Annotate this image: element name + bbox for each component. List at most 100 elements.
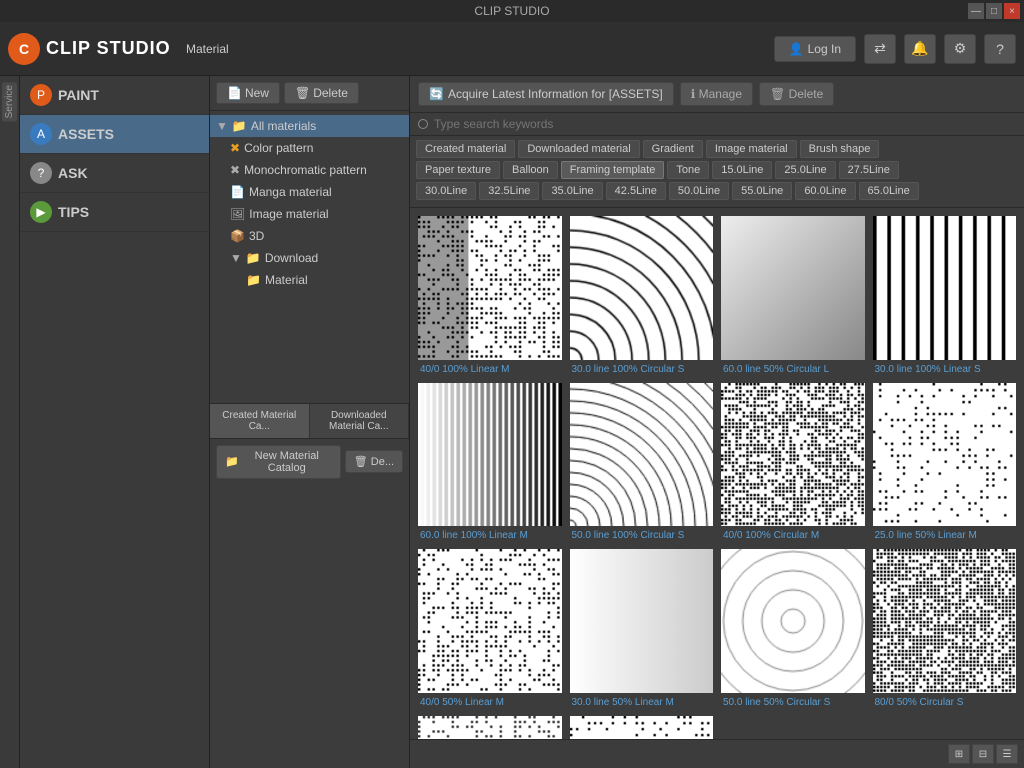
tree-label-3d: 3D (249, 229, 264, 243)
filter-image[interactable]: Image material (706, 140, 797, 158)
filter-gradient[interactable]: Gradient (643, 140, 703, 158)
maximize-button[interactable]: □ (986, 3, 1002, 19)
tree-item-image[interactable]: 🖼 Image material (210, 203, 409, 225)
tree-item-material[interactable]: 📁 Material (210, 269, 409, 291)
filter-l60[interactable]: 60.0Line (795, 182, 855, 200)
filter-l42[interactable]: 42.5Line (606, 182, 666, 200)
tree-item-color[interactable]: ✖ Color pattern (210, 137, 409, 159)
material-label-m3: 60.0 line 50% Circular L (721, 364, 865, 375)
material-item-m8[interactable]: 25.0 line 50% Linear M (873, 383, 1017, 542)
material-thumb-m10 (570, 549, 714, 693)
material-item-m14[interactable] (570, 716, 714, 740)
tree-item-download[interactable]: ▼ 📁 Download (210, 247, 409, 269)
list-view-button[interactable]: ☰ (996, 744, 1018, 764)
filter-l55[interactable]: 55.0Line (732, 182, 792, 200)
filter-l15[interactable]: 15.0Line (712, 161, 772, 179)
tab-created-catalog[interactable]: Created Material Ca... (210, 404, 310, 438)
login-button[interactable]: 👤 Log In (774, 36, 856, 62)
close-button[interactable]: × (1004, 3, 1020, 19)
large-grid-view-button[interactable]: ⊞ (948, 744, 970, 764)
filter-l25[interactable]: 25.0Line (775, 161, 835, 179)
new-catalog-button[interactable]: 📁 New Material Catalog (216, 445, 341, 479)
minimize-button[interactable]: — (968, 3, 984, 19)
filter-tone[interactable]: Tone (667, 161, 709, 179)
small-grid-view-button[interactable]: ⊟ (972, 744, 994, 764)
material-tab[interactable]: Material (186, 42, 229, 56)
material-item-m10[interactable]: 30.0 line 50% Linear M (570, 549, 714, 708)
manage-button[interactable]: ℹ Manage (680, 82, 753, 106)
tree-item-manga[interactable]: 📄 Manga material (210, 181, 409, 203)
material-thumb-m3 (721, 216, 865, 360)
color-pattern-icon: ✖ (230, 141, 240, 155)
material-item-m11[interactable]: 50.0 line 50% Circular S (721, 549, 865, 708)
material-item-m3[interactable]: 60.0 line 50% Circular L (721, 216, 865, 375)
window-controls: — □ × (968, 3, 1020, 19)
tree-item-3d[interactable]: 📦 3D (210, 225, 409, 247)
title-text: CLIP STUDIO (474, 4, 549, 18)
material-label-m4: 30.0 line 100% Linear S (873, 364, 1017, 375)
catalog-toolbar: 📁 New Material Catalog 🗑 De... (210, 438, 409, 485)
middle-panel: 📄 New 🗑 Delete ▼ 📁 All materials ✖ Color… (210, 76, 410, 768)
gear-button[interactable]: ⚙ (944, 34, 976, 64)
header-right: 👤 Log In ⇄ 🔔 ⚙ ? (774, 34, 1016, 64)
filter-downloaded[interactable]: Downloaded material (518, 140, 639, 158)
material-item-m2[interactable]: 30.0 line 100% Circular S (570, 216, 714, 375)
material-item-m5[interactable]: 60.0 line 100% Linear M (418, 383, 562, 542)
tree-label-download: Download (265, 251, 318, 265)
bell-button[interactable]: 🔔 (904, 34, 936, 64)
filter-brush[interactable]: Brush shape (800, 140, 880, 158)
settings2-button[interactable]: ⇄ (864, 34, 896, 64)
filter-l27[interactable]: 27.5Line (839, 161, 899, 179)
image-icon: 🖼 (230, 207, 245, 221)
filter-framing[interactable]: Framing template (561, 161, 665, 179)
filter-l30[interactable]: 30.0Line (416, 182, 476, 200)
filter-balloon[interactable]: Balloon (503, 161, 558, 179)
filter-l35[interactable]: 35.0Line (542, 182, 602, 200)
material-item-m13[interactable]: 40/0 50% Linear M (418, 716, 562, 740)
material-thumb-m6 (570, 383, 714, 527)
delete-catalog-button[interactable]: 🗑 De... (345, 450, 403, 473)
sidebar-item-assets[interactable]: A ASSETS (20, 115, 209, 154)
titlebar: CLIP STUDIO — □ × (0, 0, 1024, 22)
material-item-m7[interactable]: 40/0 100% Circular M (721, 383, 865, 542)
material-item-m12[interactable]: 80/0 50% Circular S (873, 549, 1017, 708)
tree-item-all[interactable]: ▼ 📁 All materials (210, 115, 409, 137)
tree-item-mono[interactable]: ✖ Monochromatic pattern (210, 159, 409, 181)
material-label-m12: 80/0 50% Circular S (873, 697, 1017, 708)
new-button[interactable]: 📄 New (216, 82, 280, 104)
logo-text: CLIP STUDIO (46, 38, 171, 59)
filter-row-3: 30.0Line 32.5Line 35.0Line 42.5Line 50.0… (416, 182, 1018, 200)
tree-label-material: Material (265, 273, 308, 287)
delete-button[interactable]: 🗑 Delete (284, 82, 359, 104)
material-grid: 40/0 100% Linear M 30.0 line 100% Circula… (418, 216, 1016, 739)
ask-label: ASK (58, 165, 88, 181)
sidebar-item-paint[interactable]: P PAINT (20, 76, 209, 115)
material-label-m11: 50.0 line 50% Circular S (721, 697, 865, 708)
new-icon: 📄 (227, 86, 242, 100)
download-arrow: ▼ (230, 251, 242, 265)
tab-downloaded-catalog[interactable]: Downloaded Material Ca... (310, 404, 410, 438)
search-bar (410, 113, 1024, 136)
right-delete-button[interactable]: 🗑 Delete (759, 82, 834, 106)
grid-view-buttons: ⊞ ⊟ ☰ (410, 739, 1024, 768)
filter-paper[interactable]: Paper texture (416, 161, 500, 179)
help-button[interactable]: ? (984, 34, 1016, 64)
material-label-m8: 25.0 line 50% Linear M (873, 530, 1017, 541)
search-input[interactable] (434, 117, 1016, 131)
acquire-button[interactable]: 🔄 Acquire Latest Information for [ASSETS… (418, 82, 674, 106)
filter-created[interactable]: Created material (416, 140, 515, 158)
material-folder-icon: 📁 (246, 273, 261, 287)
filter-l32[interactable]: 32.5Line (479, 182, 539, 200)
material-label-m9: 40/0 50% Linear M (418, 697, 562, 708)
sidebar-item-tips[interactable]: ▶ TIPS (20, 193, 209, 232)
filter-l50[interactable]: 50.0Line (669, 182, 729, 200)
tree-label-color: Color pattern (244, 141, 313, 155)
filter-l65[interactable]: 65.0Line (859, 182, 919, 200)
material-item-m9[interactable]: 40/0 50% Linear M (418, 549, 562, 708)
material-item-m4[interactable]: 30.0 line 100% Linear S (873, 216, 1017, 375)
material-label-m1: 40/0 100% Linear M (418, 364, 562, 375)
sidebar-item-ask[interactable]: ? ASK (20, 154, 209, 193)
refresh-icon: 🔄 (429, 87, 444, 101)
material-item-m1[interactable]: 40/0 100% Linear M (418, 216, 562, 375)
material-item-m6[interactable]: 50.0 line 100% Circular S (570, 383, 714, 542)
